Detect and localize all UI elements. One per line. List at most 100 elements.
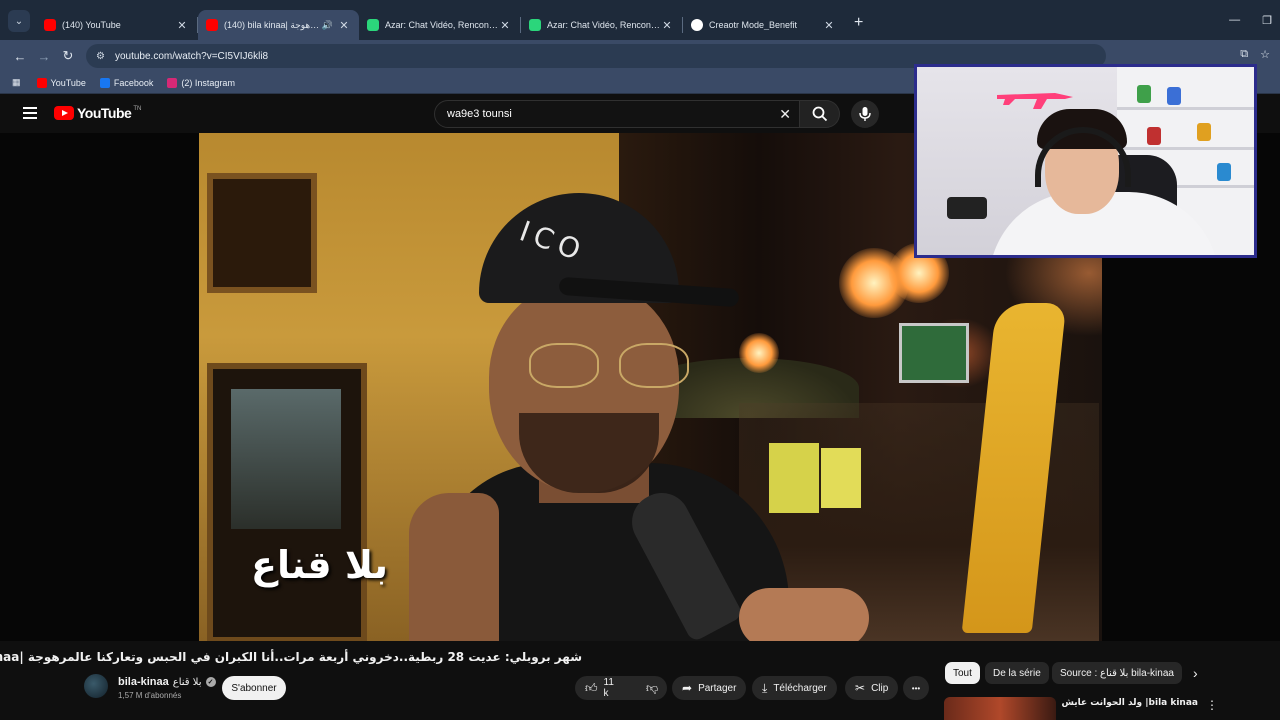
new-tab-button[interactable]: + — [854, 14, 863, 32]
reload-icon[interactable]: ↻ — [56, 48, 80, 64]
chip-all[interactable]: Tout — [945, 662, 980, 684]
browser-tab-strip: ⌄ (140) YouTube ✕ (140) bila kinaa| عالم… — [0, 0, 1280, 40]
minimize-icon[interactable]: — — [1229, 14, 1240, 27]
more-vert-icon[interactable]: ⋮ — [1206, 698, 1218, 712]
channel-name-arabic: بلا قناع — [172, 676, 202, 688]
microphone-icon — [859, 107, 871, 121]
window-shutter — [207, 173, 317, 293]
install-app-icon[interactable]: ⧉ — [1240, 48, 1248, 61]
download-icon: ⤓ — [762, 680, 768, 695]
tab-search-button[interactable]: ⌄ — [8, 10, 30, 32]
clear-search-icon[interactable]: ✕ — [779, 106, 791, 123]
azar-favicon-icon — [529, 19, 541, 31]
azar-favicon-icon — [367, 19, 379, 31]
youtube-icon — [36, 77, 47, 88]
bookmark-star-icon[interactable]: ☆ — [1260, 48, 1270, 61]
url-text: youtube.com/watch?v=CI5VIJ6kli8 — [114, 50, 269, 62]
tab-title: (140) YouTube — [62, 20, 121, 30]
close-tab-icon[interactable]: ✕ — [498, 19, 512, 32]
logo-country-code: TN — [133, 106, 142, 112]
chevron-down-icon: ⌄ — [14, 15, 24, 27]
search-input[interactable]: wa9e3 tounsi ✕ — [434, 100, 800, 128]
instagram-icon — [167, 77, 178, 88]
desk-device — [947, 197, 987, 219]
tab-title: (140) bila kinaa| عالمرهوجة — [224, 19, 322, 30]
share-button[interactable]: ➦ Partager — [672, 676, 747, 700]
close-tab-icon[interactable]: ✕ — [660, 19, 674, 32]
bookmark-label: (2) Instagram — [181, 77, 235, 88]
channel-name-link[interactable]: bila-kinaa بلا قناع ✓ — [118, 676, 216, 688]
bookmark-youtube[interactable]: YouTube — [36, 77, 86, 88]
like-dislike-group: 👍︎ 11 k 👎︎ — [575, 676, 667, 700]
restore-icon[interactable]: ❐ — [1262, 14, 1272, 27]
share-label: Partager — [698, 682, 737, 694]
channel-watermark: بلا قناع — [251, 543, 388, 587]
neon-rifle-sign — [997, 93, 1073, 109]
toolbar-right-icons: ⧉ ☆ — [1240, 48, 1270, 61]
recommended-thumbnail[interactable] — [944, 697, 1056, 720]
search-icon — [812, 106, 827, 122]
youtube-logo[interactable]: YouTube TN — [54, 105, 141, 121]
menu-hamburger-icon[interactable] — [23, 107, 37, 122]
tab-azar-2[interactable]: Azar: Chat Vidéo, Rencontrer de ✕ — [521, 10, 682, 40]
streamer-webcam-overlay — [914, 64, 1257, 258]
youtube-play-icon — [54, 106, 74, 120]
tab-active-video[interactable]: (140) bila kinaa| عالمرهوجة 🔊 ✕ — [198, 10, 359, 40]
scissors-icon: ✂ — [855, 681, 866, 695]
apps-grid-icon[interactable]: ▦ — [12, 77, 21, 88]
chip-source[interactable]: Source : بلا قناع bila-kinaa — [1052, 662, 1182, 684]
interviewee: ICO — [409, 193, 829, 641]
chevron-right-icon[interactable]: › — [1193, 665, 1198, 681]
chip-label: Source : بلا قناع bila-kinaa — [1060, 667, 1174, 679]
more-dots-icon: ••• — [911, 683, 921, 693]
back-arrow-icon[interactable]: ← — [8, 49, 32, 64]
channel-avatar[interactable] — [84, 674, 108, 698]
subscribe-button[interactable]: S'abonner — [222, 676, 286, 700]
chip-series[interactable]: De la série — [985, 662, 1049, 684]
download-label: Télécharger — [773, 682, 827, 694]
tab-title: Creaotr Mode_Benefit — [709, 20, 798, 30]
bookmark-label: Facebook — [113, 77, 154, 88]
subscriber-count: 1,57 M d'abonnés — [118, 691, 182, 700]
facebook-icon — [99, 77, 110, 88]
search-button[interactable] — [800, 100, 840, 128]
bookmark-label: YouTube — [50, 77, 86, 88]
chip-label: Tout — [953, 667, 972, 679]
tiktok-favicon-icon — [691, 19, 703, 31]
close-tab-icon[interactable]: ✕ — [822, 19, 836, 32]
tab-azar-1[interactable]: Azar: Chat Vidéo, Rencontrer de ✕ — [359, 10, 520, 40]
voice-search-button[interactable] — [851, 100, 879, 128]
more-actions-button[interactable]: ••• — [903, 676, 929, 700]
share-arrow-icon: ➦ — [682, 681, 693, 695]
interviewer-hand — [739, 588, 869, 641]
close-tab-icon[interactable]: ✕ — [175, 19, 189, 32]
site-info-icon[interactable]: ⚙ — [96, 51, 105, 62]
dislike-button[interactable]: 👎︎ — [636, 676, 668, 700]
close-tab-icon[interactable]: ✕ — [337, 19, 351, 32]
tab-title: Azar: Chat Vidéo, Rencontrer de — [547, 20, 660, 30]
street-sign — [899, 323, 969, 383]
youtube-favicon-icon — [44, 19, 56, 31]
like-button[interactable]: 👍︎ 11 k — [575, 676, 624, 700]
clip-button[interactable]: ✂ Clip — [845, 676, 899, 700]
window-controls: — ❐ — [1229, 14, 1272, 27]
shop-doorway — [207, 363, 367, 641]
verified-check-icon: ✓ — [205, 677, 216, 687]
logo-text: YouTube — [77, 105, 132, 121]
forward-arrow-icon[interactable]: → — [32, 49, 56, 64]
tab-youtube-home[interactable]: (140) YouTube ✕ — [36, 10, 197, 40]
video-details: شهر بروبلي: عديت 28 ربطية..دخروني أربعة … — [0, 641, 1280, 720]
video-title: شهر بروبلي: عديت 28 ربطية..دخروني أربعة … — [0, 650, 582, 664]
clip-label: Clip — [871, 682, 889, 694]
like-count: 11 k — [603, 677, 614, 699]
tab-creator-mode[interactable]: Creaotr Mode_Benefit ✕ — [683, 10, 844, 40]
thumbs-down-icon: 👎︎ — [645, 680, 659, 695]
download-button[interactable]: ⤓ Télécharger — [752, 676, 837, 700]
bookmark-facebook[interactable]: Facebook — [99, 77, 154, 88]
tab-title: Azar: Chat Vidéo, Rencontrer de — [385, 20, 498, 30]
chip-label: De la série — [993, 667, 1041, 679]
bookmark-instagram[interactable]: (2) Instagram — [167, 77, 235, 88]
youtube-favicon-icon — [206, 19, 218, 31]
audio-speaker-icon[interactable]: 🔊 — [322, 20, 333, 31]
recommended-title[interactable]: bila kinaa| ولد الحوانت عايش بالش بشنة — [1062, 698, 1198, 708]
